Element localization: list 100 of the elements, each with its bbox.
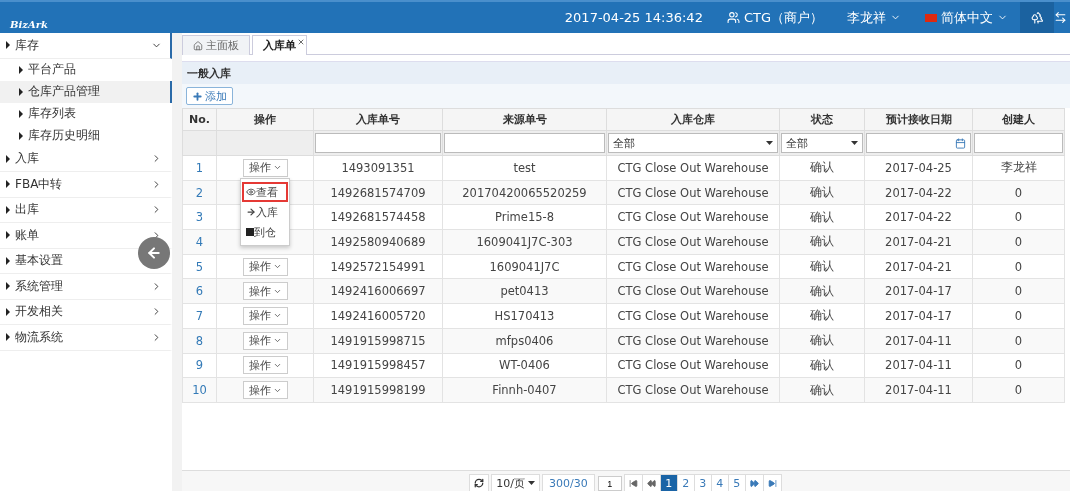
logo: BizArk [10,19,48,30]
table-cell: 1493091351 [313,155,443,181]
table-cell: CTG Close Out Warehouse [606,328,780,353]
tab[interactable]: 入库单 [252,35,307,55]
table-cell: 0 [972,377,1065,403]
table-cell: CTG Close Out Warehouse [606,229,780,255]
panel-title: 一般入库 [182,61,1070,84]
table-cell: 0 [972,303,1065,329]
column-header[interactable]: 状态 [779,108,865,131]
column-header[interactable]: No. [182,108,217,131]
table-cell: CTG Close Out Warehouse [606,353,780,378]
table-cell: 2017-04-21 [864,254,973,279]
table-cell: 0 [972,180,1065,205]
table-cell: 确认 [779,377,865,403]
table-cell: 确认 [779,155,865,181]
table-cell: CTG Close Out Warehouse [606,377,780,403]
column-header[interactable]: 来源单号 [442,108,607,131]
table-cell: mfps0406 [442,328,607,353]
column-header[interactable]: 操作 [216,108,314,131]
action-dropdown[interactable]: 操作 [242,331,288,350]
page-size-select[interactable]: 10/页 [491,474,540,491]
table-cell: 1609041J7C [442,254,607,279]
total-count: 300/30 [542,474,595,491]
table-cell: 确认 [779,353,865,378]
column-header[interactable]: 创建人 [972,108,1065,131]
table-cell: 2017-04-17 [864,303,973,329]
table-cell: 1492580940689 [313,229,443,255]
action-dropdown[interactable]: 操作 [242,257,288,276]
filter-select[interactable]: 全部 [608,133,778,153]
table-cell: 0 [972,204,1065,230]
row-number: 4 [182,229,217,255]
user-menu[interactable]: 李龙祥 [835,8,913,27]
menu-item[interactable]: 到仓 [242,222,288,242]
action-dropdown[interactable]: 操作 [242,282,288,301]
row-number: 5 [182,254,217,279]
table-cell: 0 [972,278,1065,304]
datetime: 2017-04-25 14:36:42 [563,10,704,25]
table-cell: 0 [972,229,1065,255]
table-cell: 1492681574458 [313,204,443,230]
table-cell: 确认 [779,180,865,205]
add-button[interactable]: 添加 [186,87,233,105]
sidebar-subitem[interactable]: 仓库产品管理 [0,80,172,103]
action-dropdown[interactable]: 操作 [242,381,288,400]
table-cell: CTG Close Out Warehouse [606,278,780,304]
table-cell: 2017-04-17 [864,278,973,304]
table-cell: 2017-04-11 [864,353,973,378]
row-number: 9 [182,353,217,378]
table-cell: 李龙祥 [972,155,1065,181]
table-cell: WT-0406 [442,353,607,378]
table-cell: 确认 [779,303,865,329]
action-dropdown[interactable]: 操作 [242,158,288,177]
row-number: 7 [182,303,217,329]
column-header[interactable]: 预计接收日期 [864,108,973,131]
row-number: 2 [182,180,217,205]
table-cell: 2017-04-11 [864,328,973,353]
table-cell: 1491915998199 [313,377,443,403]
row-number: 6 [182,278,217,304]
table-cell: Prime15-8 [442,204,607,230]
table-cell: 确认 [779,328,865,353]
table-cell: 1609041J7C-303 [442,229,607,255]
row-number: 1 [182,155,217,181]
column-header[interactable]: 入库仓库 [606,108,780,131]
table-cell: 1491915998715 [313,328,443,353]
tab[interactable]: 主面板 [182,35,250,55]
table-cell: 1492416005720 [313,303,443,329]
table-cell: CTG Close Out Warehouse [606,155,780,181]
table-cell: CTG Close Out Warehouse [606,303,780,329]
table-cell: HS170413 [442,303,607,329]
table-cell: 确认 [779,204,865,230]
table-cell: 确认 [779,254,865,279]
table-cell: 1492416006697 [313,278,443,304]
table-cell: test [442,155,607,181]
table-cell: 2017-04-22 [864,204,973,230]
table-cell: 确认 [779,278,865,304]
action-dropdown[interactable]: 操作 [242,306,288,325]
table-cell: 1492681574709 [313,180,443,205]
table-cell: CTG Close Out Warehouse [606,180,780,205]
filter-select[interactable]: 全部 [781,133,863,153]
table-cell: pet0413 [442,278,607,304]
table-cell: 2017-04-11 [864,377,973,403]
row-number: 3 [182,204,217,230]
language-menu[interactable]: 简体中文 [913,8,1020,27]
page-input[interactable]: 1 [597,476,622,491]
table-cell: 0 [972,353,1065,378]
table-cell: 2017-04-22 [864,180,973,205]
table-cell: CTG Close Out Warehouse [606,204,780,230]
column-header[interactable]: 入库单号 [313,108,443,131]
table-cell: 0 [972,328,1065,353]
row-number: 10 [182,377,217,403]
table-cell: CTG Close Out Warehouse [606,254,780,279]
table-cell: 1491915998457 [313,353,443,378]
table-cell: Finnh-0407 [442,377,607,403]
table-cell: 20170420065520259 [442,180,607,205]
account-menu[interactable]: CTG（商户） [714,8,835,27]
table-cell: 0 [972,254,1065,279]
menu-item[interactable]: 查看 [242,182,288,202]
table-cell: 2017-04-25 [864,155,973,181]
table-cell: 确认 [779,229,865,255]
action-dropdown[interactable]: 操作 [242,356,288,375]
table-cell: 2017-04-21 [864,229,973,255]
